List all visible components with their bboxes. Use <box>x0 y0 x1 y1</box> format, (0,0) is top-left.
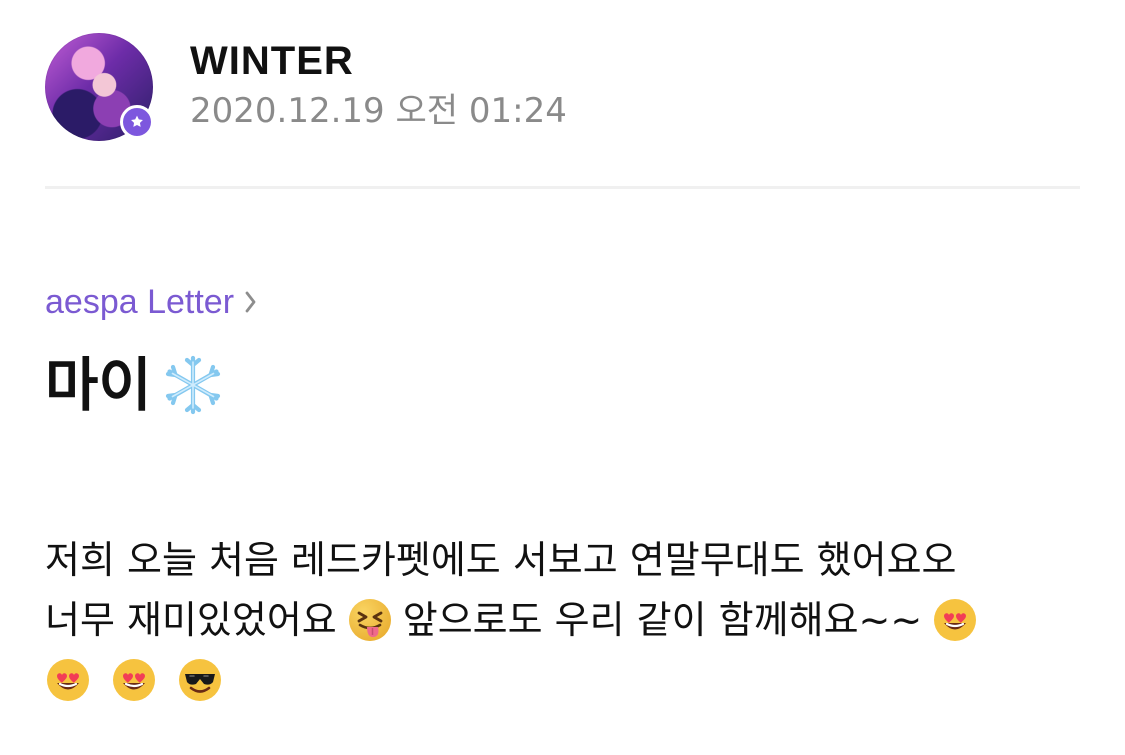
heart-eyes-icon <box>45 657 91 703</box>
author-name[interactable]: WINTER <box>190 39 354 83</box>
squinting-face-with-tongue-icon <box>347 597 393 643</box>
post-timestamp: 2020.12.19 오전 01:24 <box>190 91 567 131</box>
body-line-3 <box>45 650 1080 710</box>
category-link[interactable]: aespa Letter <box>45 282 258 322</box>
post-header: WINTER 2020.12.19 오전 01:24 <box>45 33 1080 143</box>
post-title-row: 마이 <box>45 350 226 420</box>
category-label: aespa Letter <box>45 283 235 321</box>
snowflake-icon <box>165 355 220 415</box>
post-body: 저희 오늘 처음 레드카펫에도 서보고 연말무대도 했어요오 너무 재미있었어요 <box>45 530 1080 710</box>
heart-eyes-icon <box>932 597 978 643</box>
author-avatar[interactable] <box>45 33 154 141</box>
sunglasses-face-icon <box>177 657 223 703</box>
body-text-line-2b: 앞으로도 우리 같이 함께해요~~ <box>402 598 923 642</box>
heart-eyes-icon <box>111 657 157 703</box>
post-title: 마이 <box>45 351 152 419</box>
body-line-2: 너무 재미있었어요 앞으로도 우리 같이 함께해요~~ <box>45 590 1080 650</box>
body-text-line-1: 저희 오늘 처음 레드카펫에도 서보고 연말무대도 했어요오 <box>45 538 957 582</box>
body-text-line-2a: 너무 재미있었어요 <box>45 598 337 642</box>
star-badge-icon <box>120 105 154 139</box>
chevron-right-icon <box>245 291 256 313</box>
body-line-1: 저희 오늘 처음 레드카펫에도 서보고 연말무대도 했어요오 <box>45 530 1080 590</box>
header-divider <box>45 186 1080 189</box>
